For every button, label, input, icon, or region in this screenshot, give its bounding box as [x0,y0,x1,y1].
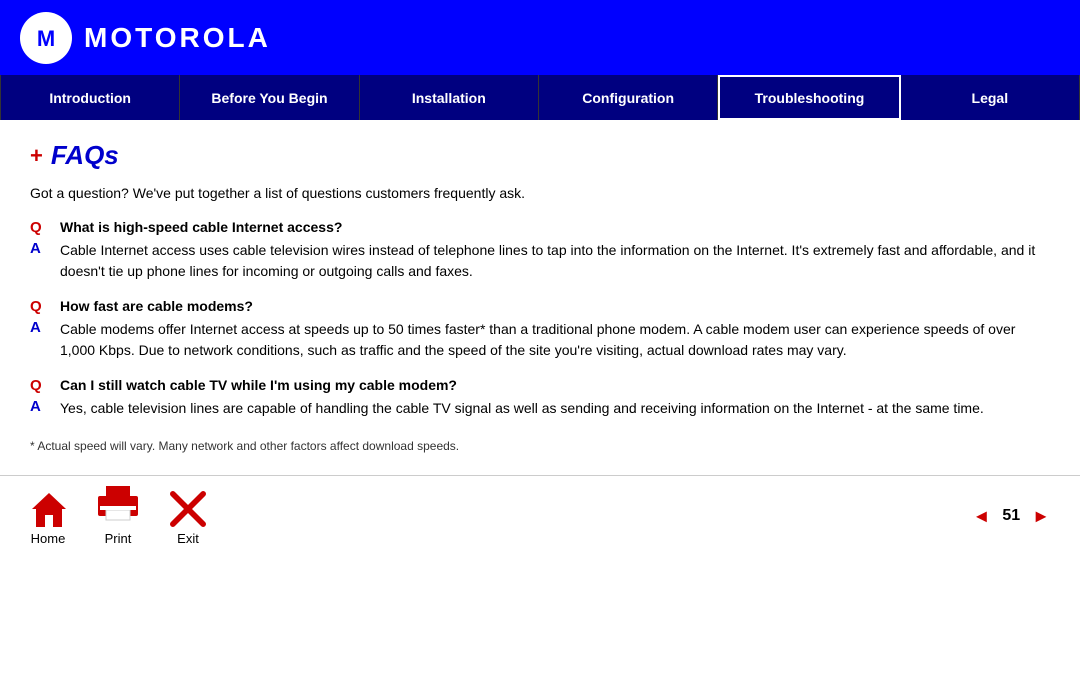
a-text-2: Cable modems offer Internet access at sp… [60,319,1050,361]
faq-item-1: Q What is high-speed cable Internet acce… [30,219,1050,282]
faqs-title-row: + FAQs [30,140,1050,171]
a-label-1: A [30,240,50,257]
q-text-2: How fast are cable modems? [60,298,253,314]
exit-label: Exit [177,531,199,546]
intro-text: Got a question? We've put together a lis… [30,185,1050,201]
next-page-button[interactable]: ► [1032,506,1050,527]
faq-item-3: Q Can I still watch cable TV while I'm u… [30,377,1050,419]
motorola-logo-symbol: M [20,12,72,64]
print-button[interactable]: Print [96,486,140,546]
print-label: Print [105,531,132,546]
a-text-3: Yes, cable television lines are capable … [60,398,984,419]
nav-troubleshooting[interactable]: Troubleshooting [718,75,900,120]
print-icon [96,486,140,527]
q-label-3: Q [30,377,50,394]
footnote: * Actual speed will vary. Many network a… [30,439,1050,453]
exit-button[interactable]: Exit [170,491,206,546]
q-label-1: Q [30,219,50,236]
q-text-1: What is high-speed cable Internet access… [60,219,342,235]
home-icon [30,491,66,527]
page-number: 51 [1002,507,1020,525]
faqs-title: FAQs [51,140,119,171]
nav-installation[interactable]: Installation [360,75,539,120]
motorola-brand-text: MOTOROLA [84,22,271,54]
faq-answer-row-1: A Cable Internet access uses cable telev… [30,240,1050,282]
faq-question-row-3: Q Can I still watch cable TV while I'm u… [30,377,1050,394]
nav-before-you-begin[interactable]: Before You Begin [180,75,359,120]
nav-configuration[interactable]: Configuration [539,75,718,120]
exit-icon [170,491,206,527]
main-content: + FAQs Got a question? We've put togethe… [0,120,1080,475]
bottom-bar: Home Print [0,475,1080,556]
faq-question-row-1: Q What is high-speed cable Internet acce… [30,219,1050,236]
q-label-2: Q [30,298,50,315]
q-text-3: Can I still watch cable TV while I'm usi… [60,377,457,393]
a-label-2: A [30,319,50,336]
faq-item-2: Q How fast are cable modems? A Cable mod… [30,298,1050,361]
a-label-3: A [30,398,50,415]
prev-page-button[interactable]: ◄ [973,506,991,527]
bottom-icons: Home Print [30,486,206,546]
home-label: Home [31,531,66,546]
home-button[interactable]: Home [30,491,66,546]
plus-icon: + [30,145,43,167]
page-nav: ◄ 51 ► [973,506,1050,527]
header: M MOTOROLA [0,0,1080,75]
navbar: Introduction Before You Begin Installati… [0,75,1080,120]
nav-legal[interactable]: Legal [901,75,1080,120]
faq-answer-row-3: A Yes, cable television lines are capabl… [30,398,1050,419]
a-text-1: Cable Internet access uses cable televis… [60,240,1050,282]
faq-answer-row-2: A Cable modems offer Internet access at … [30,319,1050,361]
svg-text:M: M [37,25,55,50]
nav-introduction[interactable]: Introduction [0,75,180,120]
logo-container: M MOTOROLA [20,12,271,64]
faq-question-row-2: Q How fast are cable modems? [30,298,1050,315]
